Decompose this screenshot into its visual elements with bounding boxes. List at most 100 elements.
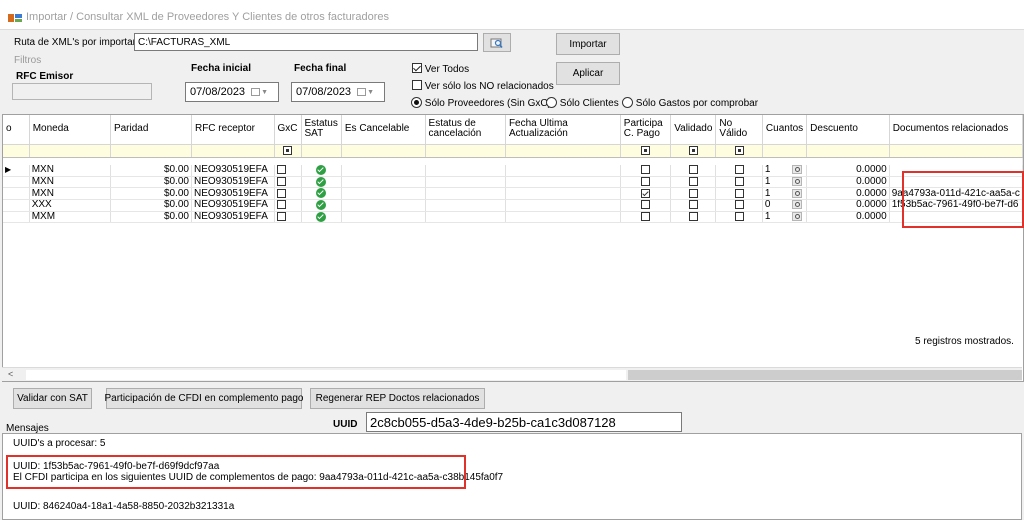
participacion-button[interactable]: Participación de CFDI en complemento pag…	[105, 388, 304, 409]
cell-fecha_ult[interactable]	[505, 211, 621, 224]
gxc-checkbox[interactable]	[276, 176, 286, 186]
table-row[interactable]: MXM $0.00 NEO930519EFA 1 0.0000	[3, 211, 1023, 224]
cell-idx[interactable]	[3, 187, 30, 200]
cell-fecha_ult[interactable]	[505, 165, 621, 177]
filter-checkbox[interactable]	[688, 145, 698, 155]
gxc-checkbox[interactable]	[276, 165, 286, 175]
col-header[interactable]: Paridad	[110, 115, 192, 145]
table-row[interactable]: XXX $0.00 NEO930519EFA 0 0.0000 1f53b5ac-7961…	[3, 199, 1023, 212]
gxc-checkbox[interactable]	[276, 211, 286, 221]
col-header[interactable]: Estatus de cancelación	[425, 115, 506, 145]
table-row[interactable]: MXN $0.00 NEO930519EFA 1 0.0000	[3, 176, 1023, 189]
cell-es_cancelable[interactable]	[341, 187, 426, 200]
horizontal-scrollbar[interactable]: <	[2, 367, 1022, 381]
radio-solo-gastos-dot[interactable]	[622, 97, 633, 108]
col-header[interactable]: Validado	[670, 115, 717, 145]
cell-no_valido[interactable]	[715, 176, 763, 189]
col-header[interactable]: Documentos relacionados	[889, 115, 1023, 145]
table-row[interactable]: MXN $0.00 NEO930519EFA 1 0.0000 9aa4793a-011d…	[3, 187, 1023, 200]
col-header[interactable]: No Válido	[715, 115, 763, 145]
cell-no_valido[interactable]	[715, 187, 763, 200]
no-valido-checkbox[interactable]	[734, 200, 744, 210]
col-header[interactable]: Fecha Ultima Actualización	[505, 115, 621, 145]
regenerar-rep-button[interactable]: Regenerar REP Doctos relacionados	[310, 388, 485, 409]
aplicar-button[interactable]: Aplicar	[556, 62, 620, 85]
cell-moneda[interactable]: MXN	[29, 187, 111, 200]
cell-no_valido[interactable]	[715, 165, 763, 177]
cell-estatus_sat[interactable]	[301, 187, 342, 200]
cell-idx[interactable]: ▶	[3, 165, 30, 177]
cell-estatus_cancelacion[interactable]	[425, 187, 506, 200]
cell-estatus_sat[interactable]	[301, 211, 342, 224]
table-row[interactable]: ▶ MXN $0.00 NEO930519EFA 1 0.0000	[3, 165, 1023, 177]
cell-validado[interactable]	[670, 199, 717, 212]
cell-descuento[interactable]: 0.0000	[806, 187, 890, 200]
cell-descuento[interactable]: 0.0000	[806, 176, 890, 189]
no-valido-checkbox[interactable]	[734, 176, 744, 186]
participa-checkbox[interactable]	[641, 200, 650, 210]
cell-validado[interactable]	[670, 211, 717, 224]
cell-descuento[interactable]: 0.0000	[806, 165, 890, 177]
cell-paridad[interactable]: $0.00	[110, 199, 192, 212]
col-header[interactable]: RFC receptor	[191, 115, 275, 145]
cell-no_valido[interactable]	[715, 211, 763, 224]
gxc-checkbox[interactable]	[276, 188, 286, 198]
cell-estatus_cancelacion[interactable]	[425, 165, 506, 177]
col-header[interactable]: o	[3, 115, 30, 145]
cell-participa[interactable]	[620, 199, 672, 212]
radio-solo-proveedores[interactable]: Sólo Proveedores (Sin GxC)	[411, 97, 551, 109]
filter-checkbox[interactable]	[283, 145, 293, 155]
uuid-input[interactable]	[366, 412, 682, 432]
cell-rfc_receptor[interactable]: NEO930519EFA	[191, 187, 275, 200]
cell-descuento[interactable]: 0.0000	[806, 199, 890, 212]
cell-paridad[interactable]: $0.00	[110, 211, 192, 224]
cell-es_cancelable[interactable]	[341, 176, 426, 189]
cell-estatus_cancelacion[interactable]	[425, 176, 506, 189]
cell-participa[interactable]	[620, 176, 672, 189]
importar-button[interactable]: Importar	[556, 33, 620, 55]
cell-paridad[interactable]: $0.00	[110, 187, 192, 200]
cell-estatus_cancelacion[interactable]	[425, 199, 506, 212]
cell-fecha_ult[interactable]	[505, 187, 621, 200]
magnifier-icon[interactable]	[792, 211, 803, 221]
cell-validado[interactable]	[670, 187, 717, 200]
ver-no-relacionados-check[interactable]	[412, 80, 422, 90]
cell-rfc_receptor[interactable]: NEO930519EFA	[191, 176, 275, 189]
col-header[interactable]: Estatus SAT	[301, 115, 342, 145]
no-valido-checkbox[interactable]	[734, 211, 744, 221]
cell-fecha_ult[interactable]	[505, 199, 621, 212]
radio-solo-clientes[interactable]: Sólo Clientes	[546, 97, 619, 109]
cell-participa[interactable]	[620, 165, 672, 177]
cell-cuantos[interactable]: 1	[762, 165, 808, 177]
cell-estatus_sat[interactable]	[301, 165, 342, 177]
cell-validado[interactable]	[670, 176, 717, 189]
no-valido-checkbox[interactable]	[734, 188, 744, 198]
filter-checkbox[interactable]	[734, 145, 744, 155]
cell-moneda[interactable]: MXN	[29, 176, 111, 189]
participa-checkbox[interactable]	[641, 176, 650, 186]
cell-rfc_receptor[interactable]: NEO930519EFA	[191, 165, 275, 177]
cell-paridad[interactable]: $0.00	[110, 165, 192, 177]
magnifier-icon[interactable]	[792, 188, 803, 198]
validado-checkbox[interactable]	[688, 211, 698, 221]
cell-descuento[interactable]: 0.0000	[806, 211, 890, 224]
col-header[interactable]: Descuento	[806, 115, 890, 145]
gxc-checkbox[interactable]	[276, 200, 286, 210]
col-header[interactable]: Moneda	[29, 115, 111, 145]
radio-solo-clientes-dot[interactable]	[546, 97, 557, 108]
cell-moneda[interactable]: MXM	[29, 211, 111, 224]
cell-fecha_ult[interactable]	[505, 176, 621, 189]
validado-checkbox[interactable]	[688, 165, 698, 175]
cell-es_cancelable[interactable]	[341, 165, 426, 177]
validar-sat-button[interactable]: Validar con SAT	[13, 388, 92, 409]
magnifier-icon[interactable]	[792, 165, 803, 175]
scrollbar-thumb[interactable]	[628, 370, 1022, 380]
cell-gxc[interactable]	[274, 211, 302, 224]
cell-moneda[interactable]: MXN	[29, 165, 111, 177]
cell-participa[interactable]	[620, 211, 672, 224]
participa-checkbox[interactable]	[641, 188, 650, 198]
cell-cuantos[interactable]: 0	[762, 199, 808, 212]
cell-es_cancelable[interactable]	[341, 199, 426, 212]
browse-button[interactable]	[483, 33, 511, 52]
cell-no_valido[interactable]	[715, 199, 763, 212]
